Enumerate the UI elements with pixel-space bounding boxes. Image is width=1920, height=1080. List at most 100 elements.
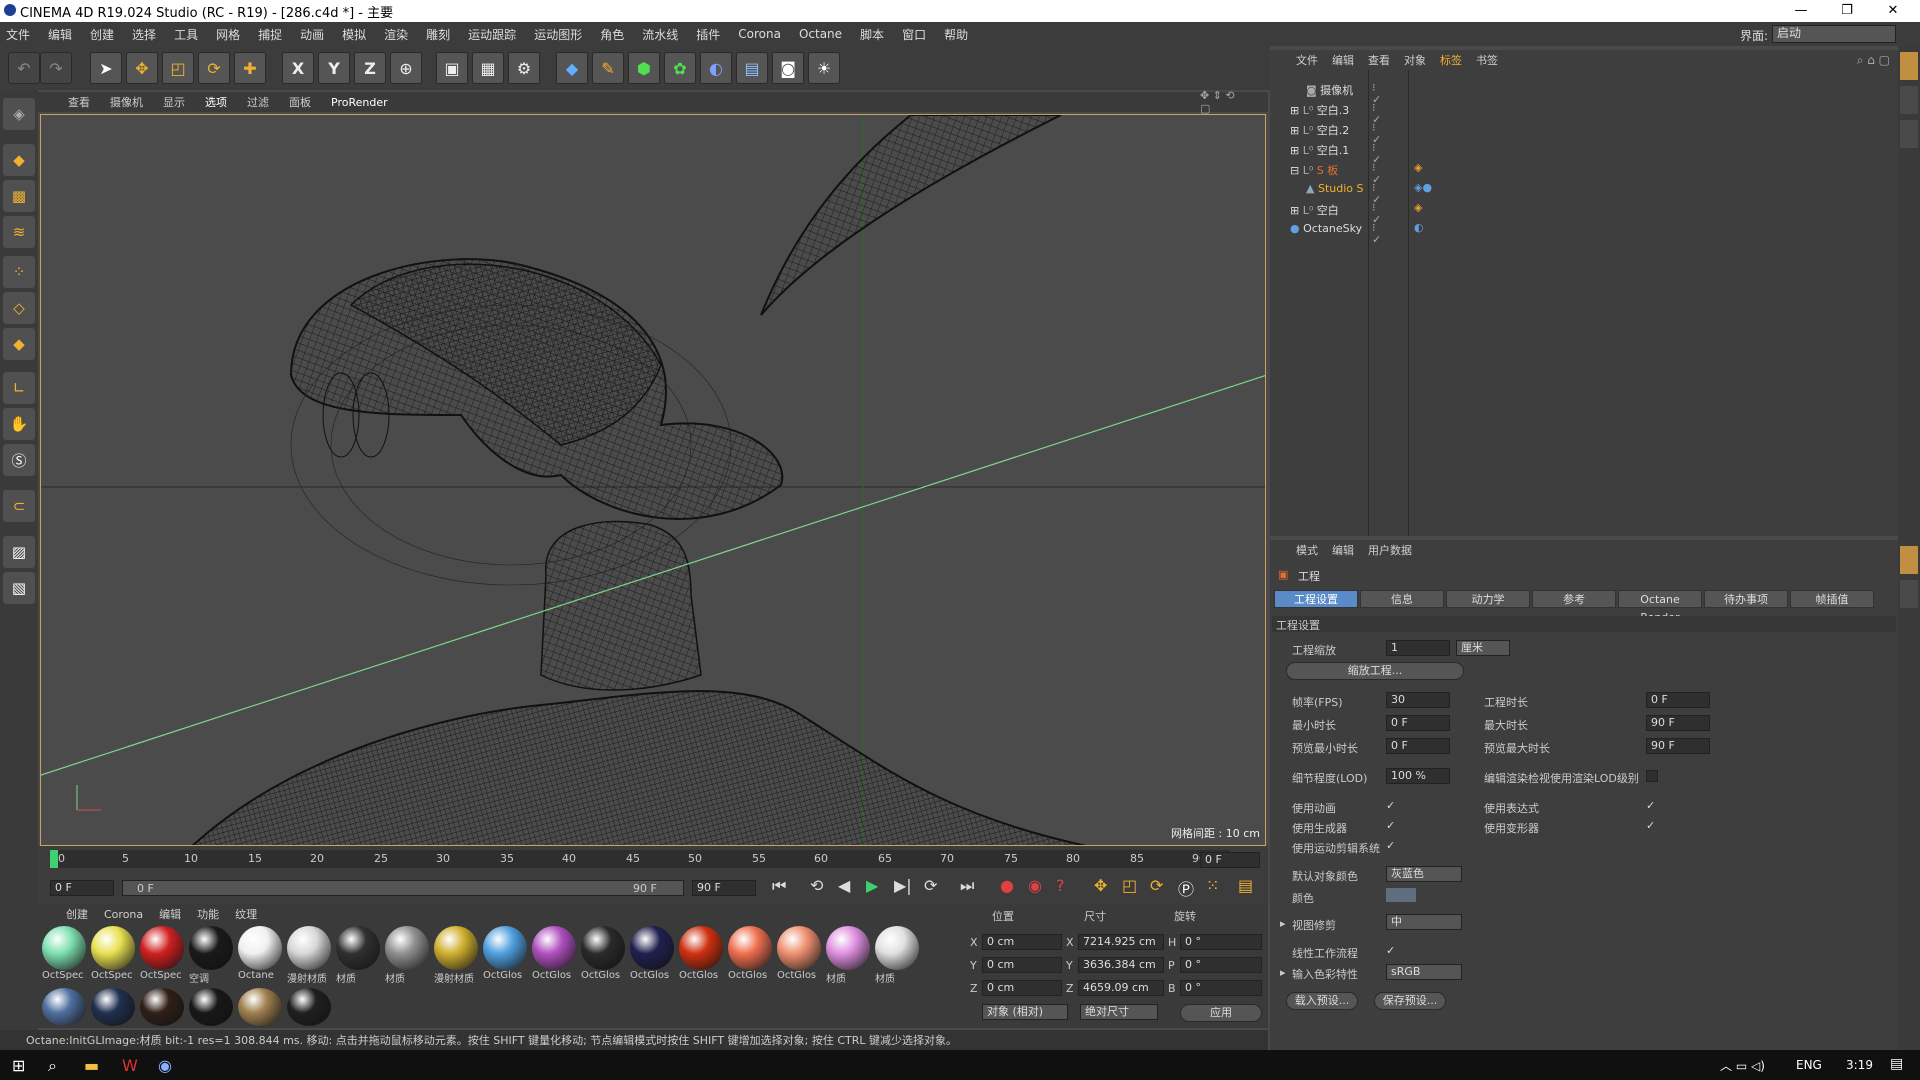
use-expressions-checkbox[interactable]: ✓ (1646, 800, 1658, 812)
viewport-menu-display[interactable]: 显示 (163, 94, 185, 110)
viewport-nav-icons[interactable]: ✥ ⇕ ⟲ ▢ (1200, 89, 1248, 115)
close-button[interactable]: ✕ (1870, 0, 1916, 22)
menu-motion-tracking[interactable]: 运动跟踪 (468, 26, 516, 43)
record-icon[interactable]: ● (1000, 876, 1014, 895)
file-explorer-icon[interactable]: ▬ (84, 1056, 99, 1075)
object-octanesky[interactable]: ● OctaneSky (1290, 222, 1362, 235)
size-z-field[interactable]: 4659.09 cm (1078, 980, 1164, 996)
menu-edit[interactable]: 编辑 (48, 26, 72, 43)
obj-menu-file[interactable]: 文件 (1296, 52, 1318, 68)
tab-todo[interactable]: 待办事项 (1704, 590, 1788, 608)
pos-z-field[interactable]: 0 cm (982, 980, 1062, 996)
redo-icon[interactable]: ↷ (40, 52, 72, 84)
rotate-tool-icon[interactable]: ⟳ (198, 52, 230, 84)
menu-script[interactable]: 脚本 (860, 26, 884, 43)
expand-arrow-icon[interactable]: ▸ (1280, 917, 1286, 930)
camera-icon[interactable]: ◙ (772, 52, 804, 84)
use-deformers-checkbox[interactable]: ✓ (1646, 820, 1658, 832)
menu-window[interactable]: 窗口 (902, 26, 926, 43)
material-swatch[interactable]: OctSpec (91, 926, 137, 981)
menu-file[interactable]: 文件 (6, 26, 30, 43)
layout-select[interactable]: 启动 (1772, 25, 1896, 43)
start-icon[interactable]: ⊞ (12, 1056, 25, 1075)
attr-menu-userdata[interactable]: 用户数据 (1368, 542, 1412, 558)
min-time-field[interactable]: 0 F (1386, 715, 1450, 731)
minimize-button[interactable]: — (1778, 0, 1824, 22)
mat-menu-corona[interactable]: Corona (104, 908, 143, 921)
snap-icon[interactable]: ⊂ (3, 490, 35, 522)
object-s-board[interactable]: ⊟ L⁰ S 板 (1290, 162, 1338, 178)
visibility-toggle[interactable]: ⁝✓ (1372, 122, 1384, 146)
z-axis-icon[interactable]: Z (354, 52, 386, 84)
select-tool-icon[interactable]: ➤ (90, 52, 122, 84)
mat-menu-texture[interactable]: 纹理 (235, 906, 257, 922)
tab-project-settings[interactable]: 工程设置 (1274, 590, 1358, 608)
expand-icon[interactable]: ⊞ (1290, 104, 1303, 117)
menu-mograph[interactable]: 运动图形 (534, 26, 582, 43)
timeline-ruler[interactable]: 0 5 10 15 20 25 30 35 40 45 50 55 60 65 … (50, 850, 1230, 868)
size-x-field[interactable]: 7214.925 cm (1078, 934, 1164, 950)
current-frame-field[interactable]: 0 F (1200, 852, 1260, 868)
side-tab-attributes[interactable] (1900, 546, 1918, 574)
menu-corona[interactable]: Corona (738, 27, 781, 41)
attr-menu-mode[interactable]: 模式 (1296, 542, 1318, 558)
object-null-2[interactable]: ⊞ L⁰ 空白.2 (1290, 122, 1349, 138)
max-time-field[interactable]: 90 F (1646, 715, 1710, 731)
material-swatch[interactable]: Octane (238, 926, 284, 981)
material-swatch[interactable]: OctGlos (483, 926, 529, 981)
linear-workflow-checkbox[interactable]: ✓ (1386, 945, 1398, 957)
frame-range-slider[interactable]: 0 F 90 F (122, 880, 684, 896)
preview-max-field[interactable]: 90 F (1646, 738, 1710, 754)
make-editable-icon[interactable]: ◈ (3, 98, 35, 130)
tab-reference[interactable]: 参考 (1532, 590, 1616, 608)
workplane-icon[interactable]: ≋ (3, 216, 35, 248)
object-studio-s[interactable]: ▲ Studio S (1306, 182, 1363, 195)
key-pla-icon[interactable]: ⁙ (1206, 876, 1219, 895)
y-axis-icon[interactable]: Y (318, 52, 350, 84)
color-swatch[interactable] (1386, 888, 1416, 902)
workplane-snap-icon[interactable]: ▧ (3, 572, 35, 604)
material-swatch[interactable]: OctGlos (679, 926, 725, 981)
next-key-icon[interactable]: ⟳ (924, 876, 937, 895)
3d-viewport[interactable]: 网格间距 : 10 cm (40, 114, 1266, 846)
preview-min-field[interactable]: 0 F (1386, 738, 1450, 754)
collapse-icon[interactable]: ⊟ (1290, 164, 1303, 177)
obj-menu-view[interactable]: 查看 (1368, 52, 1390, 68)
pos-y-field[interactable]: 0 cm (982, 957, 1062, 973)
visibility-toggle[interactable]: ⁝✓ (1372, 142, 1384, 166)
mat-menu-edit[interactable]: 编辑 (159, 906, 181, 922)
menu-create[interactable]: 创建 (90, 26, 114, 43)
expand-icon[interactable]: ⊞ (1290, 144, 1303, 157)
material-swatch[interactable]: OctGlos (581, 926, 627, 981)
rot-p-field[interactable]: 0 ° (1180, 957, 1262, 973)
tray-icons[interactable]: ︿ ▭ ◁) (1720, 1057, 1765, 1074)
subdivision-icon[interactable]: ⬢ (628, 52, 660, 84)
next-frame-icon[interactable]: ▶| (894, 876, 912, 895)
size-mode-select[interactable]: 绝对尺寸 (1080, 1004, 1158, 1020)
deformer-icon[interactable]: ◐ (700, 52, 732, 84)
notification-icon[interactable]: ▤ (1890, 1056, 1903, 1072)
material-swatch[interactable]: OctGlos (630, 926, 676, 981)
key-scale-icon[interactable]: ◰ (1122, 876, 1137, 895)
use-motion-system-checkbox[interactable]: ✓ (1386, 840, 1398, 852)
visibility-toggle[interactable]: ⁝✓ (1372, 182, 1384, 206)
view-clip-select[interactable]: 中 (1386, 914, 1462, 930)
mat-menu-function[interactable]: 功能 (197, 906, 219, 922)
edges-mode-icon[interactable]: ◇ (3, 292, 35, 324)
live-select-icon[interactable]: ✚ (234, 52, 266, 84)
obj-menu-edit[interactable]: 编辑 (1332, 52, 1354, 68)
key-rotation-icon[interactable]: ⟳ (1150, 876, 1163, 895)
pos-x-field[interactable]: 0 cm (982, 934, 1062, 950)
expand-icon[interactable]: ⊞ (1290, 124, 1303, 137)
viewport-menu-camera[interactable]: 摄像机 (110, 94, 143, 110)
light-icon[interactable]: ☀ (808, 52, 840, 84)
rot-b-field[interactable]: 0 ° (1180, 980, 1262, 996)
expand-arrow-icon[interactable]: ▸ (1280, 966, 1286, 979)
visibility-toggle[interactable]: ⁝✓ (1372, 102, 1384, 126)
obj-menu-tags[interactable]: 标签 (1440, 52, 1462, 68)
cube-icon[interactable]: ◆ (556, 52, 588, 84)
menu-plugins[interactable]: 插件 (696, 26, 720, 43)
prev-frame-icon[interactable]: ◀ (838, 876, 850, 895)
material-swatch[interactable]: 漫射材质 (434, 926, 480, 985)
pen-icon[interactable]: ✎ (592, 52, 624, 84)
